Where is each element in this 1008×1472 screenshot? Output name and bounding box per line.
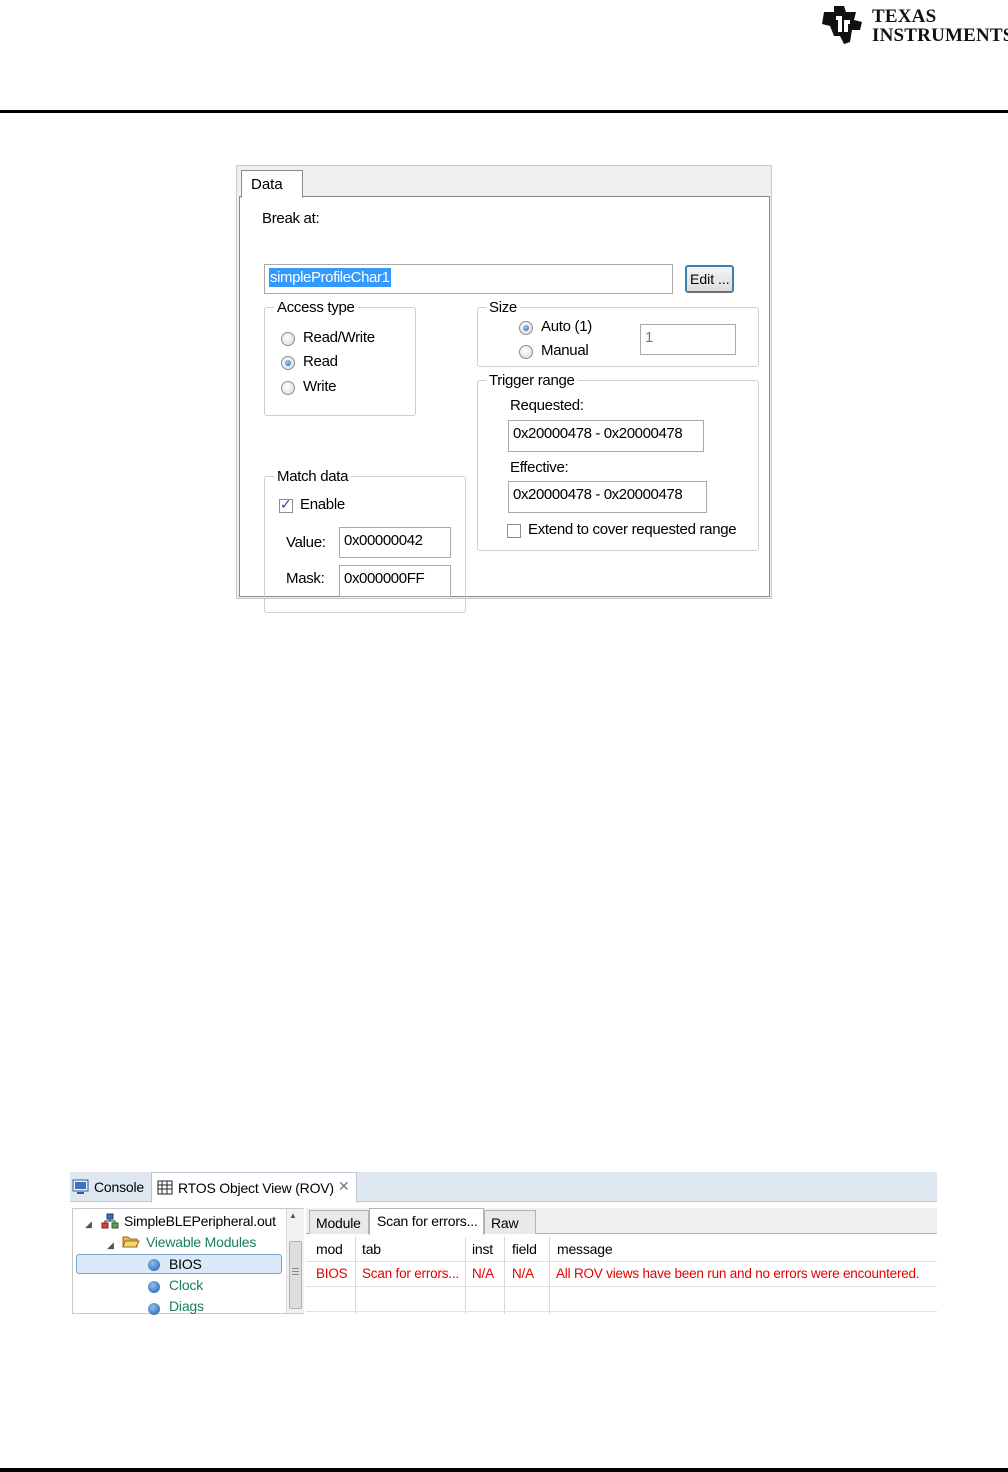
break-at-label: Break at: — [262, 210, 320, 227]
read-label: Read — [303, 353, 338, 370]
tree-root-label[interactable]: SimpleBLEPeripheral.out — [124, 1213, 276, 1229]
module-bullet-icon — [148, 1303, 160, 1315]
view-tab-bar: Console RTOS Object View (ROV) ✕ — [70, 1172, 937, 1203]
console-icon — [72, 1179, 89, 1194]
data-panel: Break at: simpleProfileChar1 Edit ... Ac… — [239, 196, 770, 613]
column-mod: mod BIOS — [306, 1237, 356, 1314]
subtab-bar: Module Scan for errors... Raw — [306, 1208, 937, 1235]
rov-view: Console RTOS Object View (ROV) ✕ ◢ Simpl… — [70, 1172, 937, 1315]
access-type-group: Access type Read/Write Read Write — [264, 299, 416, 416]
requested-range-field[interactable]: 0x20000478 - 0x20000478 — [508, 420, 704, 452]
expand-triangle-icon[interactable]: ◢ — [107, 1240, 114, 1251]
size-manual-radio[interactable] — [519, 345, 533, 359]
match-mask-input[interactable]: 0x000000FF — [339, 565, 451, 597]
logo-line-2: INSTRUMENTS — [872, 25, 1008, 46]
table-cell[interactable]: BIOS — [316, 1266, 348, 1281]
tab-data[interactable]: Data — [241, 170, 303, 198]
tree-scrollbar[interactable]: ▲ — [286, 1209, 304, 1313]
table-cell[interactable]: Scan for errors... — [362, 1266, 459, 1281]
column-header-tab[interactable]: tab — [362, 1241, 381, 1257]
read-write-label: Read/Write — [303, 329, 375, 346]
table-row-divider — [306, 1286, 937, 1287]
match-data-group: Match data ✓ Enable Value: 0x00000042 Ma… — [264, 468, 466, 613]
expand-triangle-icon[interactable]: ◢ — [85, 1219, 92, 1230]
table-cell[interactable]: All ROV views have been run and no error… — [556, 1266, 920, 1281]
value-label: Value: — [286, 534, 326, 551]
break-at-input[interactable]: simpleProfileChar1 — [264, 264, 673, 294]
size-value-input[interactable]: 1 — [640, 324, 736, 355]
column-header-mod[interactable]: mod — [316, 1241, 343, 1257]
size-manual-label: Manual — [541, 342, 589, 359]
break-at-value: simpleProfileChar1 — [269, 268, 391, 287]
effective-label: Effective: — [510, 459, 569, 476]
table-row-divider — [306, 1311, 937, 1312]
match-data-legend: Match data — [274, 468, 352, 485]
close-tab-icon[interactable]: ✕ — [338, 1178, 350, 1195]
size-auto-radio[interactable] — [519, 321, 533, 335]
requested-label: Requested: — [510, 397, 584, 414]
scroll-thumb[interactable] — [289, 1241, 302, 1309]
write-label: Write — [303, 378, 337, 395]
subtab-module-label: Module — [316, 1215, 361, 1231]
effective-range-field[interactable]: 0x20000478 - 0x20000478 — [508, 481, 707, 513]
column-header-inst[interactable]: inst — [472, 1241, 493, 1257]
breakpoint-properties-dialog: Data Break at: simpleProfileChar1 Edit .… — [236, 165, 772, 613]
column-header-message[interactable]: message — [557, 1241, 613, 1257]
extend-range-checkbox[interactable] — [507, 524, 521, 538]
tab-rtos-object-view[interactable]: RTOS Object View (ROV) ✕ — [151, 1172, 357, 1203]
size-auto-label: Auto (1) — [541, 318, 592, 335]
footer-rule — [0, 1468, 1008, 1472]
size-legend: Size — [486, 299, 520, 316]
tree-item-clock[interactable]: Clock — [169, 1277, 203, 1293]
subtab-scan-label: Scan for errors... — [377, 1213, 478, 1229]
subtab-scan-for-errors[interactable]: Scan for errors... — [369, 1208, 484, 1235]
checkmark-icon: ✓ — [280, 496, 292, 512]
column-tab: tab Scan for errors... — [356, 1237, 466, 1314]
module-bullet-icon — [148, 1259, 160, 1271]
subtab-raw[interactable]: Raw — [484, 1210, 536, 1234]
header-rule — [0, 110, 1008, 113]
edit-button[interactable]: Edit ... — [685, 265, 734, 293]
texas-instruments-logo: TEXAS INSTRUMENTS — [820, 2, 1008, 46]
subtab-raw-label: Raw — [491, 1215, 519, 1231]
access-type-legend: Access type — [274, 299, 358, 316]
tree-group-label[interactable]: Viewable Modules — [146, 1234, 256, 1250]
write-radio[interactable] — [281, 381, 295, 395]
column-field: field N/A — [505, 1237, 550, 1314]
match-enable-label: Enable — [300, 496, 345, 513]
tab-rov-label: RTOS Object View (ROV) — [178, 1180, 334, 1196]
subtab-module[interactable]: Module — [309, 1210, 369, 1234]
column-message: message All ROV views have been run and … — [550, 1237, 937, 1314]
tree-item-bios[interactable]: BIOS — [169, 1256, 202, 1272]
match-enable-checkbox[interactable]: ✓ — [279, 496, 293, 513]
table-row-divider — [306, 1261, 937, 1262]
table-cell[interactable]: N/A — [472, 1266, 494, 1281]
tab-console[interactable]: Console — [70, 1172, 150, 1202]
trigger-range-group: Trigger range Requested: 0x20000478 - 0x… — [477, 372, 759, 551]
size-group: Size Auto (1) Manual 1 — [477, 299, 759, 367]
read-write-radio[interactable] — [281, 332, 295, 346]
column-inst: inst N/A — [466, 1237, 505, 1314]
module-tree: ◢ SimpleBLEPeripheral.out ◢ Viewable Mod… — [72, 1208, 304, 1315]
trigger-range-legend: Trigger range — [486, 372, 578, 389]
mask-label: Mask: — [286, 570, 325, 587]
folder-open-icon — [122, 1236, 140, 1248]
match-value-input[interactable]: 0x00000042 — [339, 527, 451, 558]
column-header-field[interactable]: field — [512, 1241, 537, 1257]
ti-chip-icon — [822, 6, 862, 44]
errors-table: mod BIOS tab Scan for errors... inst N/A… — [306, 1237, 937, 1314]
read-radio[interactable] — [281, 356, 295, 370]
table-cell[interactable]: N/A — [512, 1266, 534, 1281]
module-detail-pane: Module Scan for errors... Raw mod BIOS t… — [306, 1208, 937, 1314]
tree-item-diags[interactable]: Diags — [169, 1298, 204, 1314]
table-grid-icon — [157, 1180, 173, 1195]
scroll-up-arrow-icon[interactable]: ▲ — [289, 1211, 297, 1220]
program-hierarchy-icon — [101, 1213, 119, 1229]
extend-range-label: Extend to cover requested range — [528, 521, 737, 538]
tab-console-label: Console — [94, 1179, 144, 1195]
scroll-grip-icon — [292, 1268, 299, 1277]
module-bullet-icon — [148, 1281, 160, 1293]
